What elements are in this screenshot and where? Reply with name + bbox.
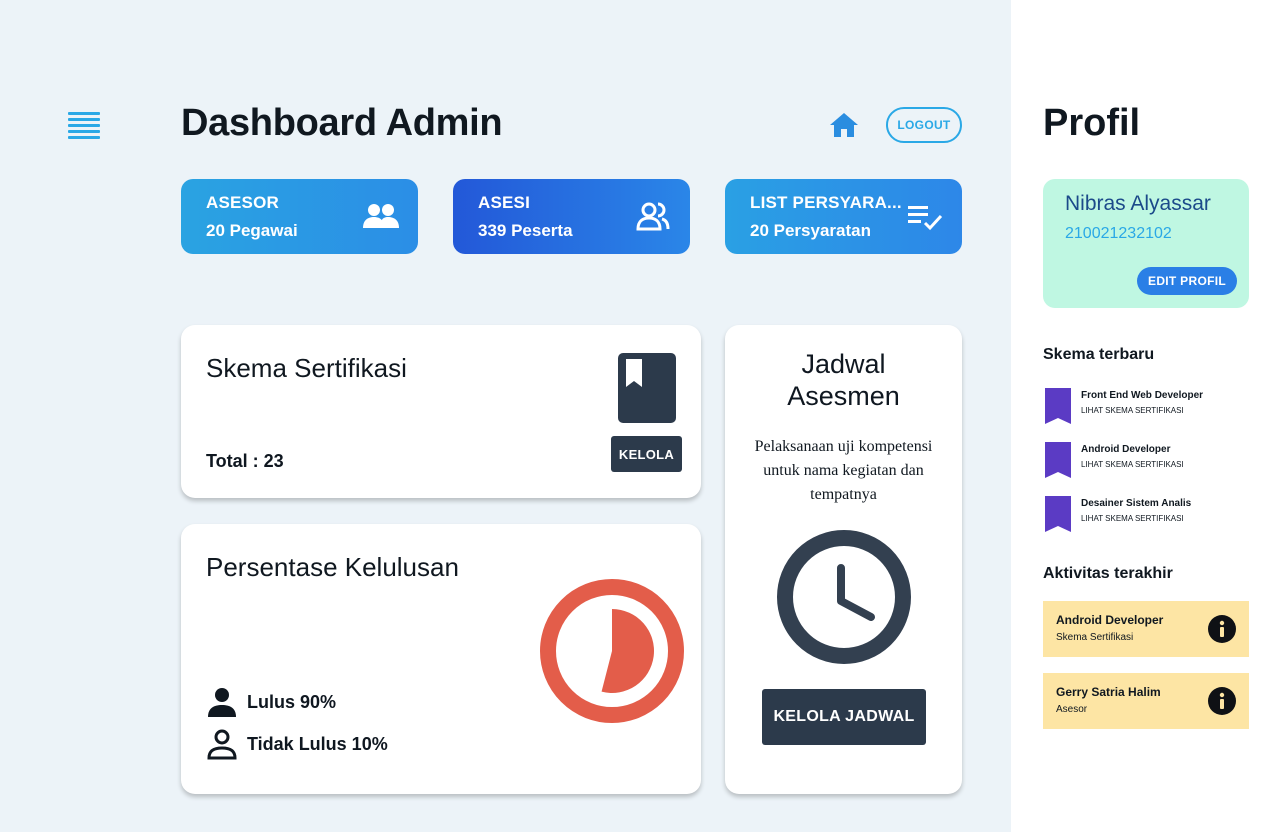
skema-item-link[interactable]: LIHAT SKEMA SERTIFIKASI [1081, 406, 1184, 415]
legend-lulus-label: Lulus 90% [247, 691, 337, 712]
profil-heading: Profil [1043, 102, 1141, 144]
checklist-icon [908, 206, 943, 231]
legend-lulus: Lulus 90% [206, 686, 336, 718]
activity-title: Android Developer [1056, 613, 1164, 627]
users-group-icon [636, 202, 670, 231]
skema-sertifikasi-card: Skema Sertifikasi Total : 23 KELOLA [181, 325, 701, 498]
skema-terbaru-heading: Skema terbaru [1043, 346, 1155, 363]
profile-sidebar: Profil Nibras Alyassar 210021232102 EDIT… [1011, 0, 1280, 832]
jadwal-title-line1: Jadwal [801, 349, 886, 379]
skema-title: Skema Sertifikasi [206, 353, 407, 383]
page-title: Dashboard Admin [181, 102, 503, 144]
person-outline-icon [207, 729, 237, 760]
edit-profil-button[interactable]: EDIT PROFIL [1137, 267, 1237, 295]
bookmark-icon [1045, 442, 1071, 478]
stat-card-asesi[interactable]: ASESI 339 Peserta [453, 179, 690, 254]
profile-name: Nibras Alyassar [1065, 192, 1211, 215]
person-filled-icon [208, 688, 236, 717]
activity-item[interactable]: Gerry Satria Halim Asesor [1043, 673, 1249, 729]
kelulusan-title: Persentase Kelulusan [206, 552, 459, 582]
info-icon[interactable] [1207, 614, 1237, 644]
logout-button[interactable]: LOGOUT [886, 107, 962, 143]
activity-subtitle: Skema Sertifikasi [1056, 632, 1134, 643]
profile-id: 210021232102 [1065, 225, 1172, 242]
hamburger-menu-icon[interactable] [68, 112, 100, 139]
activity-item[interactable]: Android Developer Skema Sertifikasi [1043, 601, 1249, 657]
users-group-icon [363, 204, 399, 228]
kelulusan-pie-chart [540, 579, 684, 723]
pie-slice-lulus [601, 609, 655, 693]
jadwal-title: Jadwal Asesmen [725, 348, 962, 412]
activity-subtitle: Asesor [1056, 704, 1088, 715]
skema-item-name: Android Developer [1081, 444, 1171, 455]
skema-item-link[interactable]: LIHAT SKEMA SERTIFIKASI [1081, 514, 1184, 523]
jadwal-description: Pelaksanaan uji kompetensi untuk nama ke… [754, 438, 933, 503]
kelola-button[interactable]: KELOLA [611, 436, 682, 472]
activity-title: Gerry Satria Halim [1056, 685, 1161, 699]
aktivitas-terakhir-heading: Aktivitas terakhir [1043, 565, 1173, 582]
home-icon[interactable] [828, 110, 860, 140]
legend-tidak-lulus: Tidak Lulus 10% [206, 728, 388, 760]
skema-item[interactable]: Front End Web Developer LIHAT SKEMA SERT… [1043, 388, 1263, 426]
clock-icon [777, 530, 911, 664]
skema-item[interactable]: Android Developer LIHAT SKEMA SERTIFIKAS… [1043, 442, 1263, 480]
bookmark-icon [1045, 388, 1071, 424]
info-icon[interactable] [1207, 686, 1237, 716]
stat-card-asesor[interactable]: ASESOR 20 Pegawai [181, 179, 418, 254]
profile-card: Nibras Alyassar 210021232102 EDIT PROFIL [1043, 179, 1249, 308]
skema-item-link[interactable]: LIHAT SKEMA SERTIFIKASI [1081, 460, 1184, 469]
kelola-jadwal-button[interactable]: KELOLA JADWAL [762, 689, 926, 745]
skema-item-name: Desainer Sistem Analis [1081, 498, 1192, 509]
stat-card-persyaratan[interactable]: LIST PERSYARA... 20 Persyaratan [725, 179, 962, 254]
skema-total: Total : 23 [206, 451, 284, 471]
book-icon [618, 353, 676, 423]
skema-item[interactable]: Desainer Sistem Analis LIHAT SKEMA SERTI… [1043, 496, 1263, 534]
jadwal-asesmen-card: Jadwal Asesmen Pelaksanaan uji kompetens… [725, 325, 962, 794]
legend-tidak-lulus-label: Tidak Lulus 10% [247, 733, 388, 754]
skema-item-name: Front End Web Developer [1081, 390, 1204, 401]
bookmark-icon [1045, 496, 1071, 532]
persentase-kelulusan-card: Persentase Kelulusan Lulus 90% Tidak Lul… [181, 524, 701, 794]
jadwal-title-line2: Asesmen [787, 381, 900, 411]
